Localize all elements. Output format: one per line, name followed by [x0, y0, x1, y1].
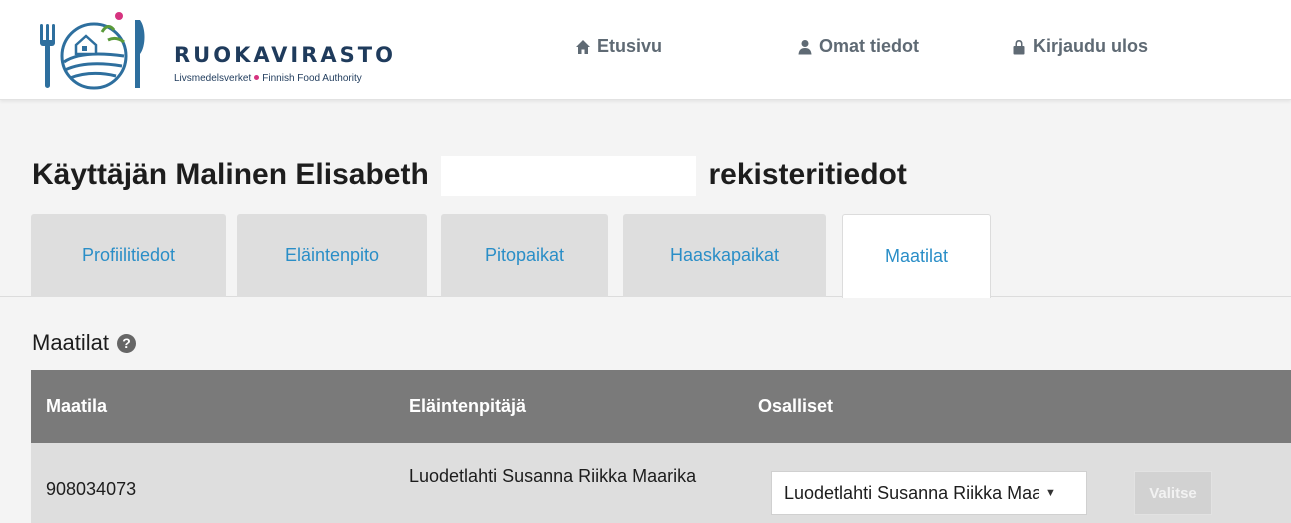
column-header-osalliset: Osalliset	[758, 396, 834, 416]
nav-profile-link[interactable]: Omat tiedot	[797, 36, 919, 57]
section-title-label: Maatilat	[32, 330, 110, 355]
choose-button[interactable]: Valitse	[1134, 471, 1212, 515]
table-header: Maatila Eläintenpitäjä Osalliset	[31, 370, 1291, 443]
tab-profiilitiedot[interactable]: Profiilitiedot	[31, 214, 226, 297]
nav-home-link[interactable]: Etusivu	[575, 36, 662, 57]
logo-wordmark: RUOKAVIRASTO	[174, 43, 396, 67]
page-title-suffix: rekisteritiedot	[708, 157, 907, 191]
tab-pitopaikat[interactable]: Pitopaikat	[441, 214, 608, 297]
farms-table: Maatila Eläintenpitäjä Osalliset 9080340…	[31, 370, 1291, 523]
column-header-maatila: Maatila	[46, 396, 108, 416]
cell-elaintenpitaja: Luodetlahti Susanna Riikka Maarika	[409, 466, 697, 486]
nav-logout-link[interactable]: Kirjaudu ulos	[1011, 36, 1148, 57]
lock-icon	[1013, 39, 1025, 54]
cell-maatila: 908034073	[46, 479, 137, 499]
tab-bar: Profiilitiedot Eläintenpito Pitopaikat H…	[0, 214, 1291, 298]
site-header: RUOKAVIRASTO Livsmedelsverket Finnish Foo…	[0, 0, 1291, 100]
table-row: 908034073 Luodetlahti Susanna Riikka Maa…	[31, 443, 1291, 523]
nav-logout-label: Kirjaudu ulos	[1033, 36, 1149, 56]
page-title-prefix: Käyttäjän Malinen Elisabeth	[32, 157, 429, 191]
nav-home-label: Etusivu	[597, 36, 663, 56]
logo-dot	[254, 75, 260, 81]
column-header-elaintenpitaja: Eläintenpitäjä	[409, 396, 527, 416]
home-icon	[576, 39, 590, 54]
tab-haaskapaikat[interactable]: Haaskapaikat	[623, 214, 826, 297]
page-title: Käyttäjän Malinen Elisabeth rekisteritie…	[32, 156, 907, 196]
caret-down-icon: ▼	[1045, 487, 1056, 499]
logo-sub-right: Finnish Food Authority	[262, 73, 362, 84]
redacted-block	[441, 156, 697, 196]
tab-maatilat[interactable]: Maatilat	[842, 214, 991, 298]
osalliset-select[interactable]: Luodetlahti Susanna Riikka Maarika ▼	[771, 471, 1087, 515]
logo-subtitle: Livsmedelsverket Finnish Food Authority	[174, 73, 362, 84]
logo-emblem-icon	[40, 12, 145, 90]
user-icon	[798, 39, 812, 54]
section-title: Maatilat ?	[32, 330, 137, 356]
ruokavirasto-logo[interactable]: RUOKAVIRASTO Livsmedelsverket Finnish Foo…	[36, 10, 393, 90]
nav-profile-label: Omat tiedot	[819, 36, 920, 56]
logo-sub-left: Livsmedelsverket	[174, 73, 252, 84]
tab-elaintenpito[interactable]: Eläintenpito	[237, 214, 427, 297]
osalliset-selected-value: Luodetlahti Susanna Riikka Maarika	[784, 482, 1039, 503]
question-circle-icon[interactable]: ?	[117, 333, 137, 353]
